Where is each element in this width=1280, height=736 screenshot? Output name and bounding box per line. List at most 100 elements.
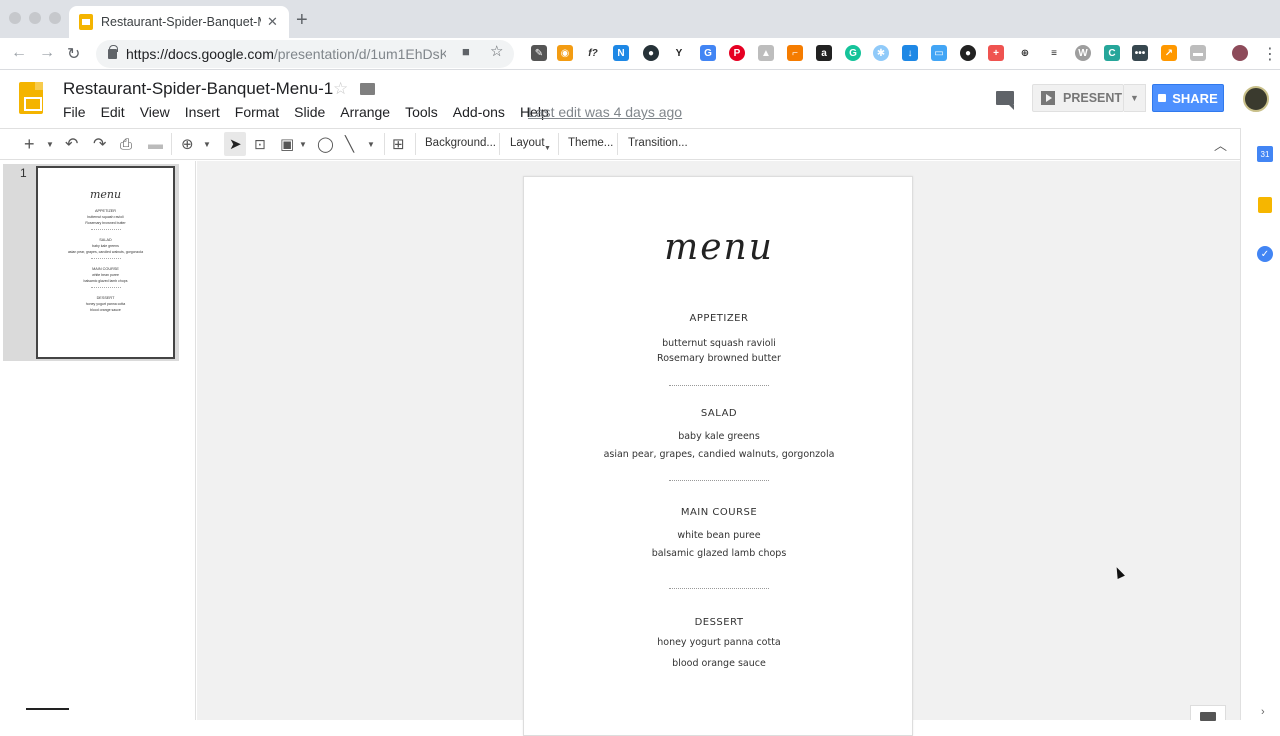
section-item[interactable]: baby kale greens — [524, 431, 914, 442]
extension-wordpress-icon[interactable]: W — [1075, 45, 1091, 61]
extension-circle-icon[interactable]: ✱ — [873, 45, 889, 61]
menu-file[interactable]: File — [63, 104, 86, 120]
reload-icon[interactable]: ↻ — [67, 44, 80, 64]
extension-pinterest-icon[interactable]: P — [729, 45, 745, 61]
transition-button[interactable]: Transition... — [628, 137, 688, 149]
extension-black-circle-icon[interactable]: ● — [960, 45, 976, 61]
extension-window-icon[interactable]: ▭ — [931, 45, 947, 61]
last-edit-link[interactable]: Last edit was 4 days ago — [528, 104, 682, 120]
theme-button[interactable]: Theme... — [568, 137, 613, 149]
extension-layers-icon[interactable]: ≡ — [1046, 45, 1062, 61]
line-icon[interactable]: ╲ — [345, 135, 354, 153]
background-button[interactable]: Background... — [425, 137, 496, 149]
extension-orange-icon[interactable]: ⌐ — [787, 45, 803, 61]
menu-edit[interactable]: Edit — [101, 104, 125, 120]
zoom-icon[interactable]: ⊕ — [181, 135, 194, 153]
section-item[interactable]: balsamic glazed lamb chops — [524, 548, 914, 559]
window-close-button[interactable] — [9, 12, 21, 24]
menu-arrange[interactable]: Arrange — [340, 104, 390, 120]
explore-button[interactable] — [1190, 705, 1226, 721]
address-bar[interactable]: https://docs.google.com/presentation/d/1… — [96, 40, 514, 68]
section-heading[interactable]: MAIN COURSE — [524, 507, 914, 518]
tab-close-icon[interactable]: ✕ — [267, 14, 278, 30]
slides-logo-icon[interactable] — [19, 82, 43, 114]
present-button[interactable]: PRESENT — [1032, 84, 1124, 112]
zoom-dropdown-icon[interactable]: ▼ — [203, 135, 211, 153]
extension-grammarly-icon[interactable]: G — [845, 45, 861, 61]
slide-page[interactable]: menu APPETIZER butternut squash ravioli … — [523, 176, 913, 736]
section-item[interactable]: butternut squash ravioli — [524, 338, 914, 349]
insert-comment-icon[interactable]: ⊞ — [392, 135, 405, 153]
extension-tools-icon[interactable]: ✎ — [531, 45, 547, 61]
extension-amazon-icon[interactable]: a — [816, 45, 832, 61]
section-item[interactable]: honey yogurt panna cotta — [524, 637, 914, 648]
select-cursor-icon[interactable]: ➤ — [229, 135, 242, 153]
document-title[interactable]: Restaurant-Spider-Banquet-Menu-1 — [63, 79, 333, 99]
calendar-icon[interactable]: 31 — [1257, 146, 1273, 162]
camera-icon[interactable]: ■ — [462, 44, 470, 59]
print-icon[interactable]: ⎙ — [120, 135, 132, 153]
image-dropdown-icon[interactable]: ▼ — [299, 135, 307, 153]
slide-thumbnail[interactable]: menu APPETIZER butternut squash ravioli … — [36, 166, 175, 359]
bookmark-star-icon[interactable]: ☆ — [490, 42, 503, 60]
new-slide-plus-icon[interactable]: + — [24, 134, 35, 154]
section-item[interactable]: asian pear, grapes, candied walnuts, gor… — [524, 449, 914, 460]
slide-title[interactable]: menu — [524, 227, 914, 268]
side-panel-expand-icon[interactable]: › — [1261, 706, 1265, 718]
menu-tools[interactable]: Tools — [405, 104, 438, 120]
image-icon[interactable]: ▣ — [280, 135, 294, 153]
extension-chart-icon[interactable]: ↗ — [1161, 45, 1177, 61]
section-item[interactable]: Rosemary browned butter — [524, 353, 914, 364]
line-dropdown-icon[interactable]: ▼ — [367, 135, 375, 153]
tasks-icon[interactable]: ✓ — [1257, 246, 1273, 262]
comment-icon[interactable] — [996, 91, 1014, 110]
menu-slide[interactable]: Slide — [294, 104, 325, 120]
extension-link-icon[interactable]: ⊕ — [1017, 45, 1033, 61]
back-icon[interactable]: ← — [11, 44, 27, 62]
menu-view[interactable]: View — [140, 104, 170, 120]
keep-icon[interactable] — [1258, 197, 1272, 213]
filmstrip-scroll-indicator[interactable] — [26, 708, 69, 710]
extension-plus-icon[interactable]: + — [988, 45, 1004, 61]
text-box-icon[interactable]: ⊡ — [254, 135, 266, 153]
star-icon[interactable]: ☆ — [333, 79, 348, 99]
extension-new-icon[interactable]: N — [613, 45, 629, 61]
chrome-menu-icon[interactable]: ⋮ — [1262, 44, 1278, 64]
forward-icon[interactable]: → — [39, 44, 55, 62]
undo-icon[interactable]: ↶ — [65, 135, 78, 153]
extension-drive-icon[interactable]: ▲ — [758, 45, 774, 61]
section-heading[interactable]: SALAD — [524, 408, 914, 419]
menu-add-ons[interactable]: Add-ons — [453, 104, 505, 120]
extension-gray-icon[interactable]: ▬ — [1190, 45, 1206, 61]
folder-icon[interactable] — [360, 83, 375, 95]
redo-icon[interactable]: ↷ — [93, 135, 106, 153]
new-slide-dropdown-icon[interactable]: ▼ — [46, 135, 54, 153]
layout-button[interactable]: Layout — [510, 137, 545, 149]
section-heading[interactable]: APPETIZER — [524, 313, 914, 324]
layout-dropdown-icon[interactable]: ▼ — [544, 139, 551, 157]
extension-download-icon[interactable]: ↓ — [902, 45, 918, 61]
section-item[interactable]: blood orange sauce — [524, 658, 914, 669]
extension-dots-icon[interactable]: ••• — [1132, 45, 1148, 61]
slide-canvas[interactable]: menu APPETIZER butternut squash ravioli … — [197, 161, 1240, 736]
section-heading[interactable]: DESSERT — [524, 617, 914, 628]
account-avatar[interactable] — [1243, 86, 1269, 112]
section-item[interactable]: white bean puree — [524, 530, 914, 541]
window-zoom-button[interactable] — [49, 12, 61, 24]
extension-y-icon[interactable]: Y — [671, 45, 687, 61]
share-button[interactable]: SHARE — [1152, 84, 1224, 112]
collapse-toolbar-icon[interactable]: ︿ — [1214, 135, 1227, 153]
extension-rss-icon[interactable]: ◉ — [557, 45, 573, 61]
menu-format[interactable]: Format — [235, 104, 279, 120]
menu-insert[interactable]: Insert — [185, 104, 220, 120]
browser-tab-active[interactable]: Restaurant-Spider-Banquet-M ✕ — [69, 6, 289, 38]
window-minimize-button[interactable] — [29, 12, 41, 24]
extension-c-icon[interactable]: C — [1104, 45, 1120, 61]
new-tab-button[interactable]: + — [296, 9, 308, 32]
shape-icon[interactable]: ◯ — [317, 135, 334, 153]
paint-format-icon[interactable]: ▬ — [148, 135, 163, 153]
extension-fx-icon[interactable]: f? — [585, 45, 601, 61]
profile-avatar-icon[interactable] — [1232, 45, 1248, 61]
present-dropdown-button[interactable]: ▼ — [1124, 84, 1146, 112]
extension-translate-icon[interactable]: G — [700, 45, 716, 61]
